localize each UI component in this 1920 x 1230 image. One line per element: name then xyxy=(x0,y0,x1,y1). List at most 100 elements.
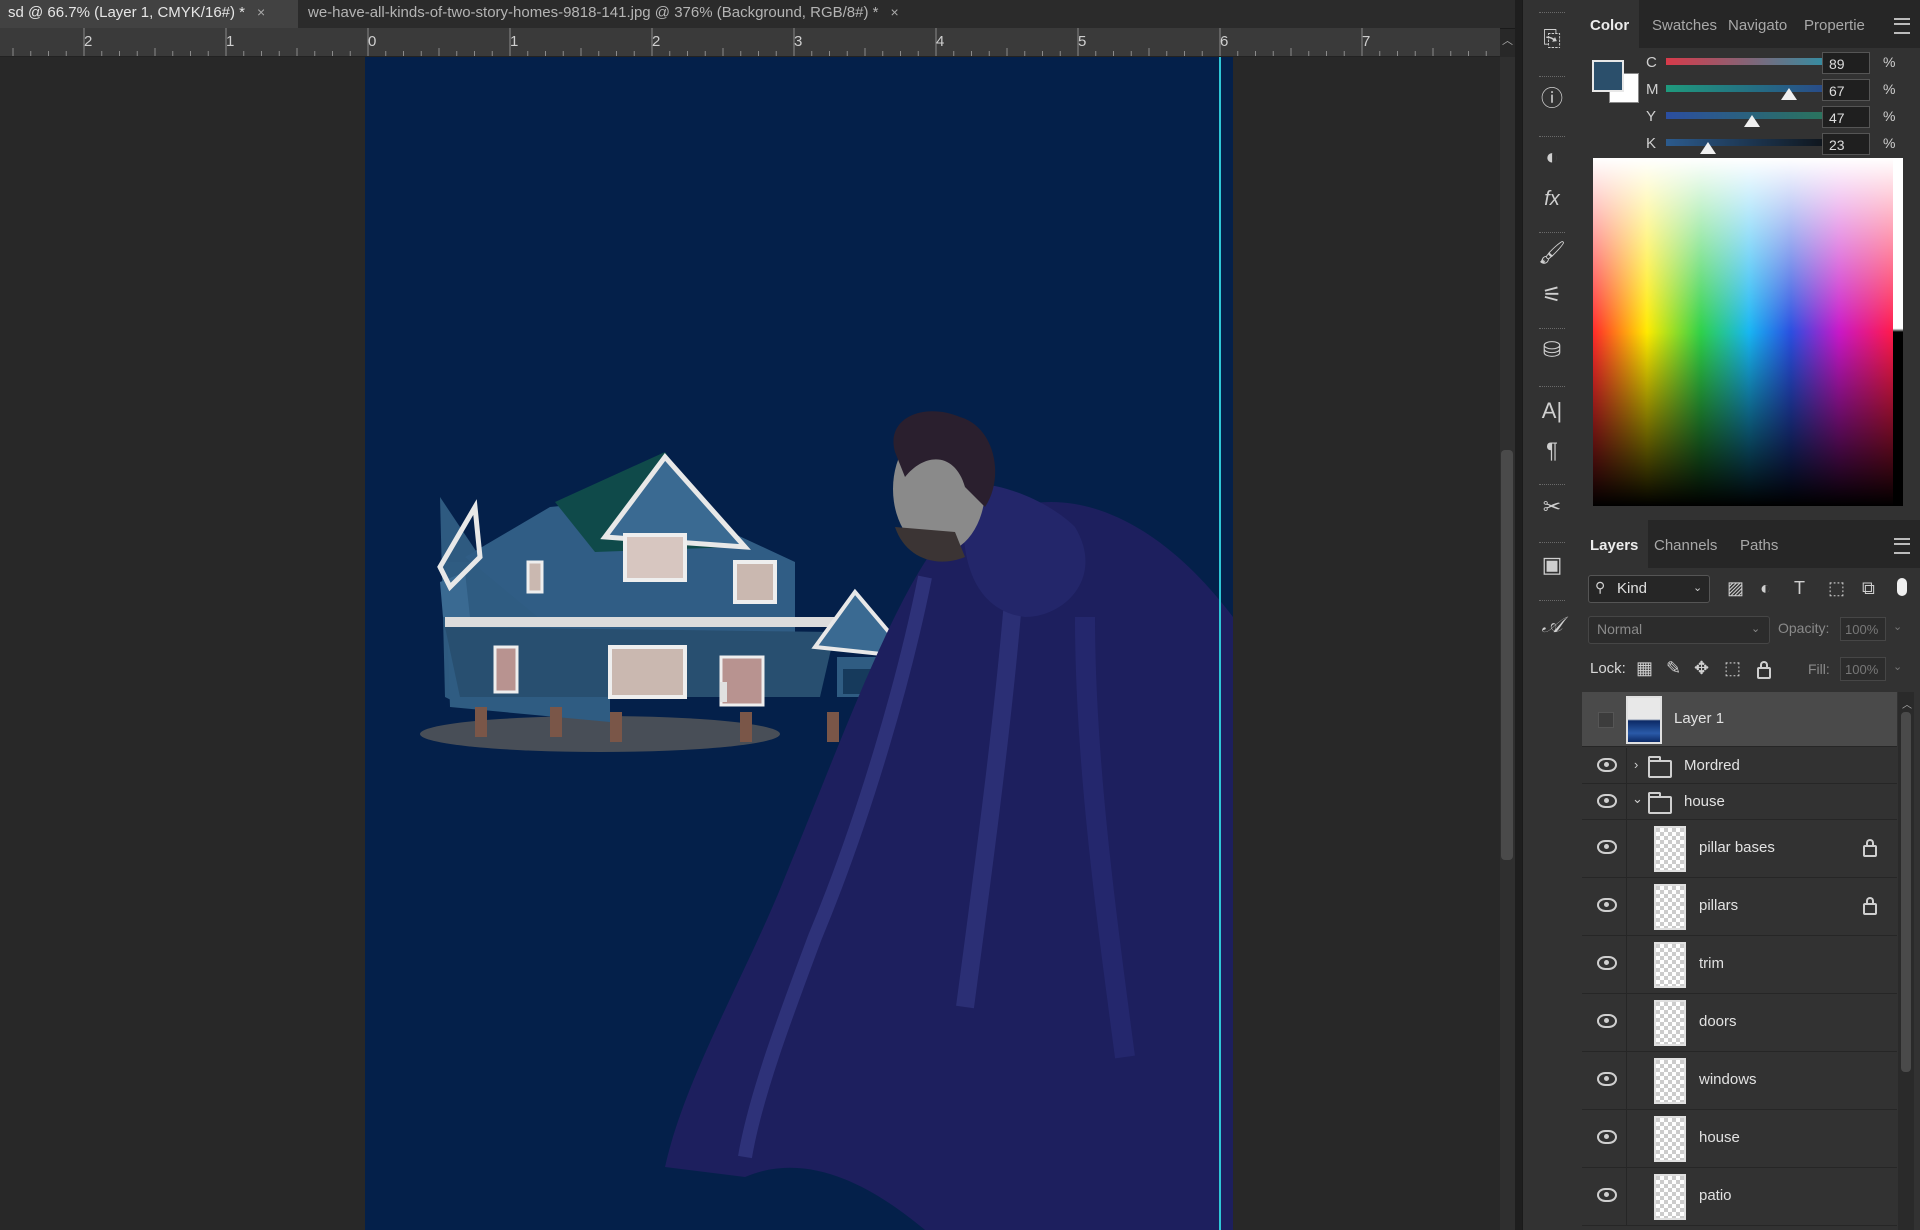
document-canvas[interactable] xyxy=(365,57,1233,1230)
dock-grip[interactable] xyxy=(1539,542,1565,546)
magenta-slider-handle[interactable] xyxy=(1781,88,1798,100)
percent-label: % xyxy=(1883,135,1896,151)
lock-position-icon[interactable]: ✥ xyxy=(1694,658,1709,679)
magenta-value-input[interactable]: 67 xyxy=(1822,79,1870,101)
lock-all-icon[interactable] xyxy=(1757,661,1771,679)
chevron-right-icon[interactable]: › xyxy=(1634,757,1638,772)
layer-name[interactable]: pillar bases xyxy=(1699,839,1775,856)
close-tab-icon[interactable]: × xyxy=(890,4,898,20)
tool-presets-icon[interactable]: ✂ xyxy=(1535,490,1569,524)
filter-toggle-icon[interactable] xyxy=(1897,578,1907,596)
eye-icon[interactable] xyxy=(1597,794,1617,808)
character-icon[interactable]: A| xyxy=(1535,394,1569,428)
layer-name[interactable]: house xyxy=(1699,1129,1740,1146)
chevron-down-icon[interactable]: ⌄ xyxy=(1893,660,1902,673)
layer-name[interactable]: patio xyxy=(1699,1187,1732,1204)
adjustment-filter-icon[interactable]: ◐ xyxy=(1760,578,1771,599)
info-icon[interactable]: ⓘ xyxy=(1535,82,1569,116)
layers-panel-tabs: Layers Channels Paths xyxy=(1580,520,1920,568)
eye-icon[interactable] xyxy=(1597,956,1617,970)
tab-navigator[interactable]: Navigato xyxy=(1718,0,1797,48)
yellow-value-input[interactable]: 47 xyxy=(1822,106,1870,128)
type-filter-icon[interactable]: T xyxy=(1794,578,1805,599)
color-spectrum-ramp[interactable] xyxy=(1593,158,1893,506)
eye-icon[interactable] xyxy=(1597,840,1617,854)
history-icon[interactable]: ⎘ xyxy=(1535,22,1569,56)
layer-row-layer-1[interactable]: Layer 1 xyxy=(1582,692,1897,747)
layer-name[interactable]: doors xyxy=(1699,1013,1737,1030)
eye-icon[interactable] xyxy=(1597,898,1617,912)
chevron-down-icon[interactable]: ⌄ xyxy=(1893,620,1902,633)
yellow-slider-handle[interactable] xyxy=(1744,115,1761,127)
layer-row-doors[interactable]: doors xyxy=(1582,994,1897,1052)
close-tab-icon[interactable]: × xyxy=(257,4,265,20)
vertical-scroll-thumb[interactable] xyxy=(1501,450,1513,860)
layer-row-windows[interactable]: windows xyxy=(1582,1052,1897,1110)
chevron-down-icon[interactable]: ⌄ xyxy=(1632,791,1643,807)
black-value-input[interactable]: 23 xyxy=(1822,133,1870,155)
brushes-icon[interactable]: 🖌 xyxy=(1535,236,1569,270)
adjustments-icon[interactable]: ◐ xyxy=(1535,140,1569,174)
clone-source-icon[interactable]: ⛁ xyxy=(1535,333,1569,367)
layer-row-patio[interactable]: patio xyxy=(1582,1168,1897,1226)
tab-layers[interactable]: Layers xyxy=(1580,520,1649,568)
black-white-ramp[interactable] xyxy=(1893,158,1903,506)
layer-name[interactable]: house xyxy=(1684,793,1725,810)
eye-icon[interactable] xyxy=(1597,1014,1617,1028)
opacity-input[interactable]: 100% xyxy=(1840,617,1886,641)
layers-scroll-thumb[interactable] xyxy=(1901,712,1911,1072)
dock-grip[interactable] xyxy=(1539,76,1565,80)
tab-swatches[interactable]: Swatches xyxy=(1642,0,1727,48)
dock-grip[interactable] xyxy=(1539,600,1565,604)
ruler-scroll-up-icon[interactable]: ︿ xyxy=(1502,32,1513,48)
cyan-value-input[interactable]: 89 xyxy=(1822,52,1870,74)
layer-filter-select[interactable]: ⚲ Kind ⌄ xyxy=(1588,575,1710,603)
tab-title: we-have-all-kinds-of-two-story-homes-981… xyxy=(308,4,879,21)
smart-object-filter-icon[interactable]: ⧉ xyxy=(1862,578,1875,599)
document-tab-inactive[interactable]: we-have-all-kinds-of-two-story-homes-981… xyxy=(300,0,1008,28)
styles-fx-icon[interactable]: fx xyxy=(1535,182,1569,216)
eye-icon[interactable] xyxy=(1597,1130,1617,1144)
lock-image-pixels-icon[interactable]: ✎ xyxy=(1666,658,1681,679)
libraries-icon[interactable]: ▣ xyxy=(1535,548,1569,582)
shape-filter-icon[interactable]: ⬚ xyxy=(1828,578,1845,599)
scroll-up-icon[interactable]: ︿ xyxy=(1902,696,1912,711)
visibility-toggle-hidden[interactable] xyxy=(1598,712,1614,728)
tab-color[interactable]: Color xyxy=(1580,0,1640,48)
layer-row-pillar-bases[interactable]: pillar bases xyxy=(1582,820,1897,878)
ruler-guide-line[interactable] xyxy=(1219,57,1221,1230)
dock-grip[interactable] xyxy=(1539,12,1565,16)
layer-name[interactable]: windows xyxy=(1699,1071,1757,1088)
lock-transparent-pixels-icon[interactable]: ▦ xyxy=(1636,658,1653,679)
tab-paths[interactable]: Paths xyxy=(1730,520,1788,568)
dock-grip[interactable] xyxy=(1539,484,1565,488)
layer-name[interactable]: pillars xyxy=(1699,897,1738,914)
layer-row-house[interactable]: house xyxy=(1582,1110,1897,1168)
panel-menu-icon[interactable] xyxy=(1894,538,1910,554)
dock-grip[interactable] xyxy=(1539,386,1565,390)
eye-icon[interactable] xyxy=(1597,1072,1617,1086)
black-slider-handle[interactable] xyxy=(1700,142,1717,154)
eye-icon[interactable] xyxy=(1597,1188,1617,1202)
layer-row-trim[interactable]: trim xyxy=(1582,936,1897,994)
blend-mode-select[interactable]: Normal ⌄ xyxy=(1588,616,1770,644)
brush-settings-icon[interactable]: ⚟ xyxy=(1535,278,1569,312)
layer-row-pillars[interactable]: pillars xyxy=(1582,878,1897,936)
glyphs-icon[interactable]: 𝒜 xyxy=(1535,608,1569,642)
foreground-color-swatch[interactable] xyxy=(1592,60,1624,92)
dock-grip[interactable] xyxy=(1539,328,1565,332)
pixel-filter-icon[interactable]: ▨ xyxy=(1727,578,1744,599)
panel-menu-icon[interactable] xyxy=(1894,18,1910,34)
tab-properties[interactable]: Propertie xyxy=(1794,0,1875,48)
layer-name[interactable]: Layer 1 xyxy=(1674,710,1724,727)
layer-name[interactable]: Mordred xyxy=(1684,757,1740,774)
fill-input[interactable]: 100% xyxy=(1840,657,1886,681)
paragraph-icon[interactable]: ¶ xyxy=(1535,434,1569,468)
document-tab-active[interactable]: sd @ 66.7% (Layer 1, CMYK/16#) * × xyxy=(0,0,298,28)
lock-artboard-icon[interactable]: ⬚ xyxy=(1724,658,1741,679)
layer-group-mordred[interactable]: › Mordred xyxy=(1582,748,1897,784)
eye-icon[interactable] xyxy=(1597,758,1617,772)
tab-channels[interactable]: Channels xyxy=(1644,520,1727,568)
layer-name[interactable]: trim xyxy=(1699,955,1724,972)
layer-group-house[interactable]: ⌄ house xyxy=(1582,784,1897,820)
